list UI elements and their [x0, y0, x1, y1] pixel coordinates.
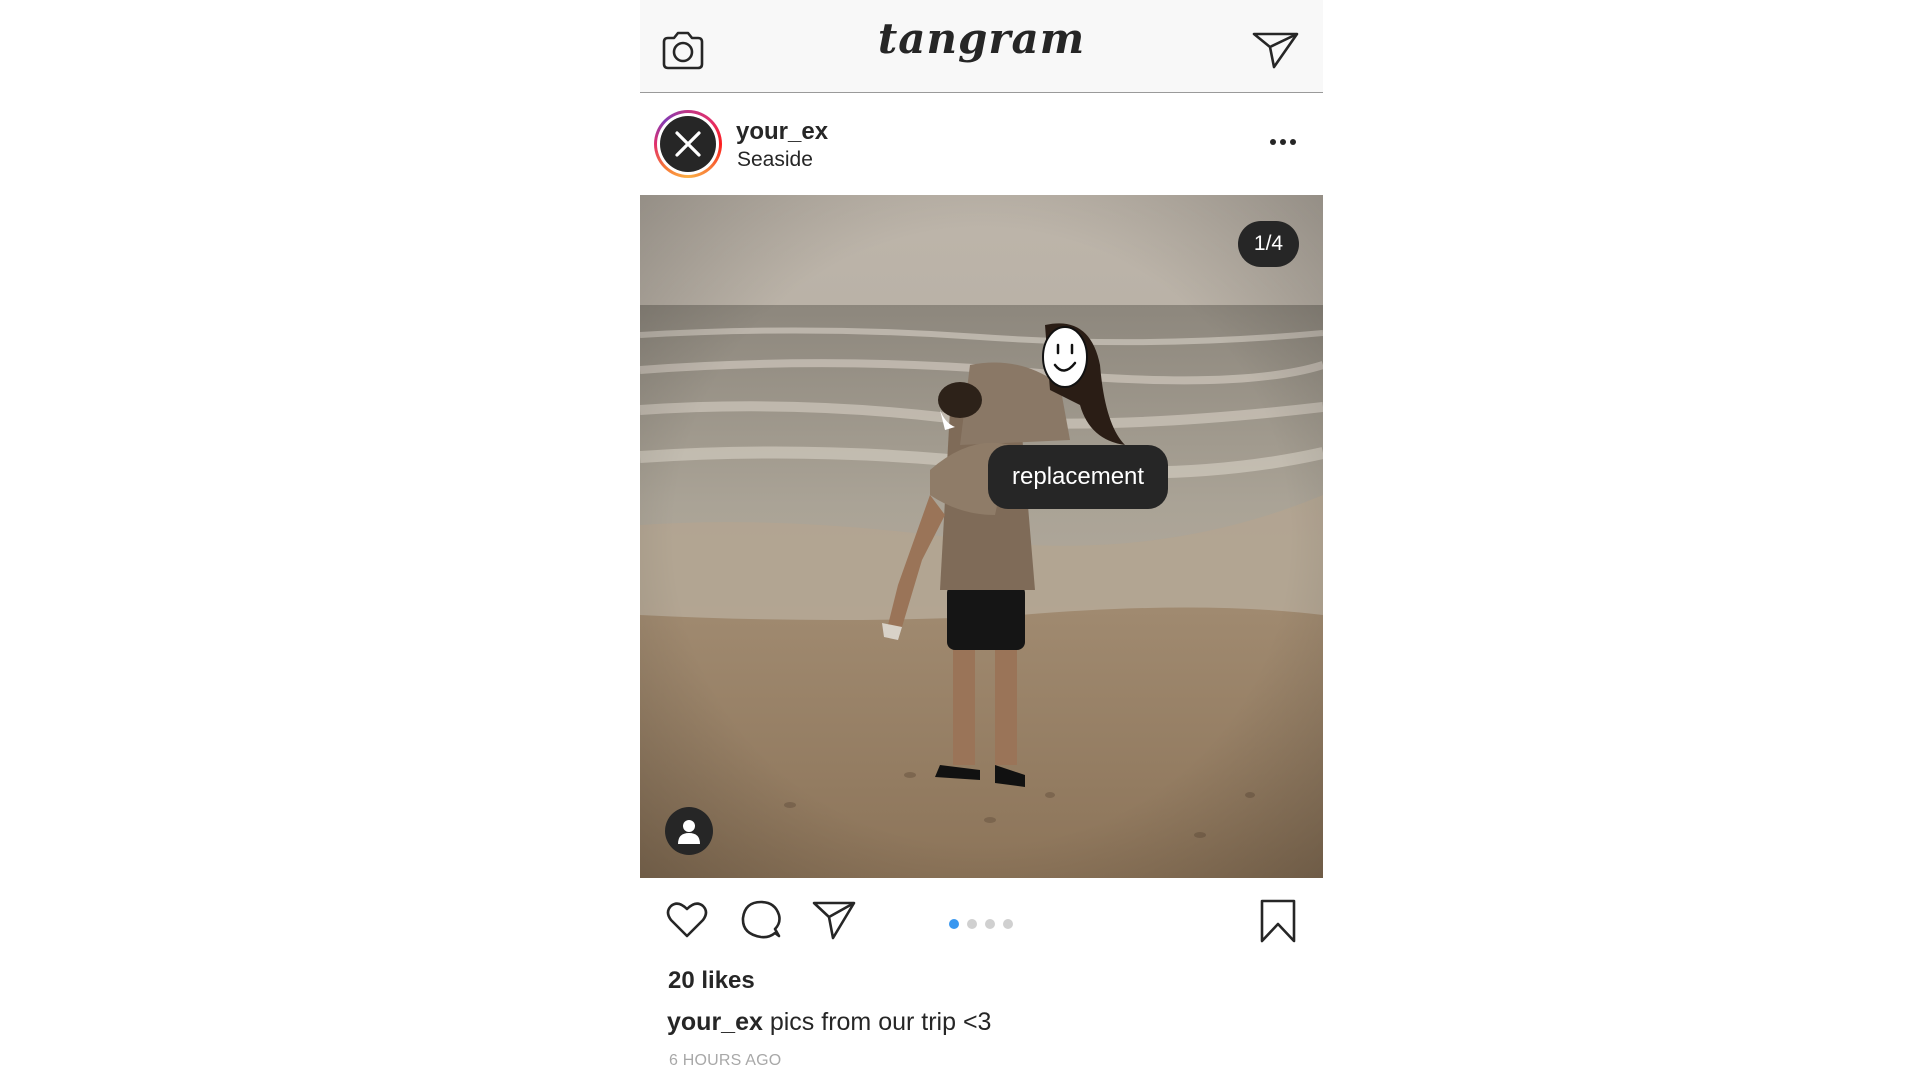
person-icon — [678, 820, 700, 844]
beach-photo — [640, 195, 1323, 878]
post-view: tangram your_ex Seaside 1/4 replacement … — [640, 0, 1323, 1080]
top-bar: tangram — [640, 0, 1323, 93]
person-tag[interactable]: replacement — [988, 445, 1169, 509]
post-username[interactable]: your_ex — [736, 118, 828, 146]
caption-text: pics from our trip <3 — [769, 1008, 992, 1036]
photo-counter-badge: 1/4 — [1238, 221, 1299, 267]
likes-count[interactable]: 20 likes — [668, 967, 755, 995]
app-logo: tangram — [877, 14, 1086, 63]
caption-username[interactable]: your_ex — [667, 1008, 763, 1036]
carousel-dot — [985, 919, 995, 929]
post-header: your_ex Seaside — [640, 94, 1323, 195]
x-icon — [675, 131, 701, 157]
post-caption: your_ex pics from our trip <3 — [667, 1008, 991, 1037]
ellipsis-icon[interactable] — [1268, 132, 1298, 152]
carousel-dot — [967, 919, 977, 929]
post-location[interactable]: Seaside — [737, 148, 813, 172]
heart-icon[interactable] — [665, 898, 709, 942]
carousel-dot — [1003, 919, 1013, 929]
comment-icon[interactable] — [739, 898, 783, 942]
avatar[interactable] — [654, 110, 722, 178]
show-tags-button[interactable] — [665, 807, 713, 855]
post-timestamp: 6 HOURS AGO — [669, 1052, 782, 1069]
paper-plane-icon[interactable] — [1252, 30, 1300, 70]
post-actions — [640, 878, 1323, 958]
carousel-indicator — [949, 916, 1021, 929]
carousel-dot-active — [949, 919, 959, 929]
bookmark-icon[interactable] — [1258, 898, 1298, 944]
share-icon[interactable] — [812, 898, 856, 942]
post-photo[interactable]: 1/4 replacement — [640, 195, 1323, 878]
